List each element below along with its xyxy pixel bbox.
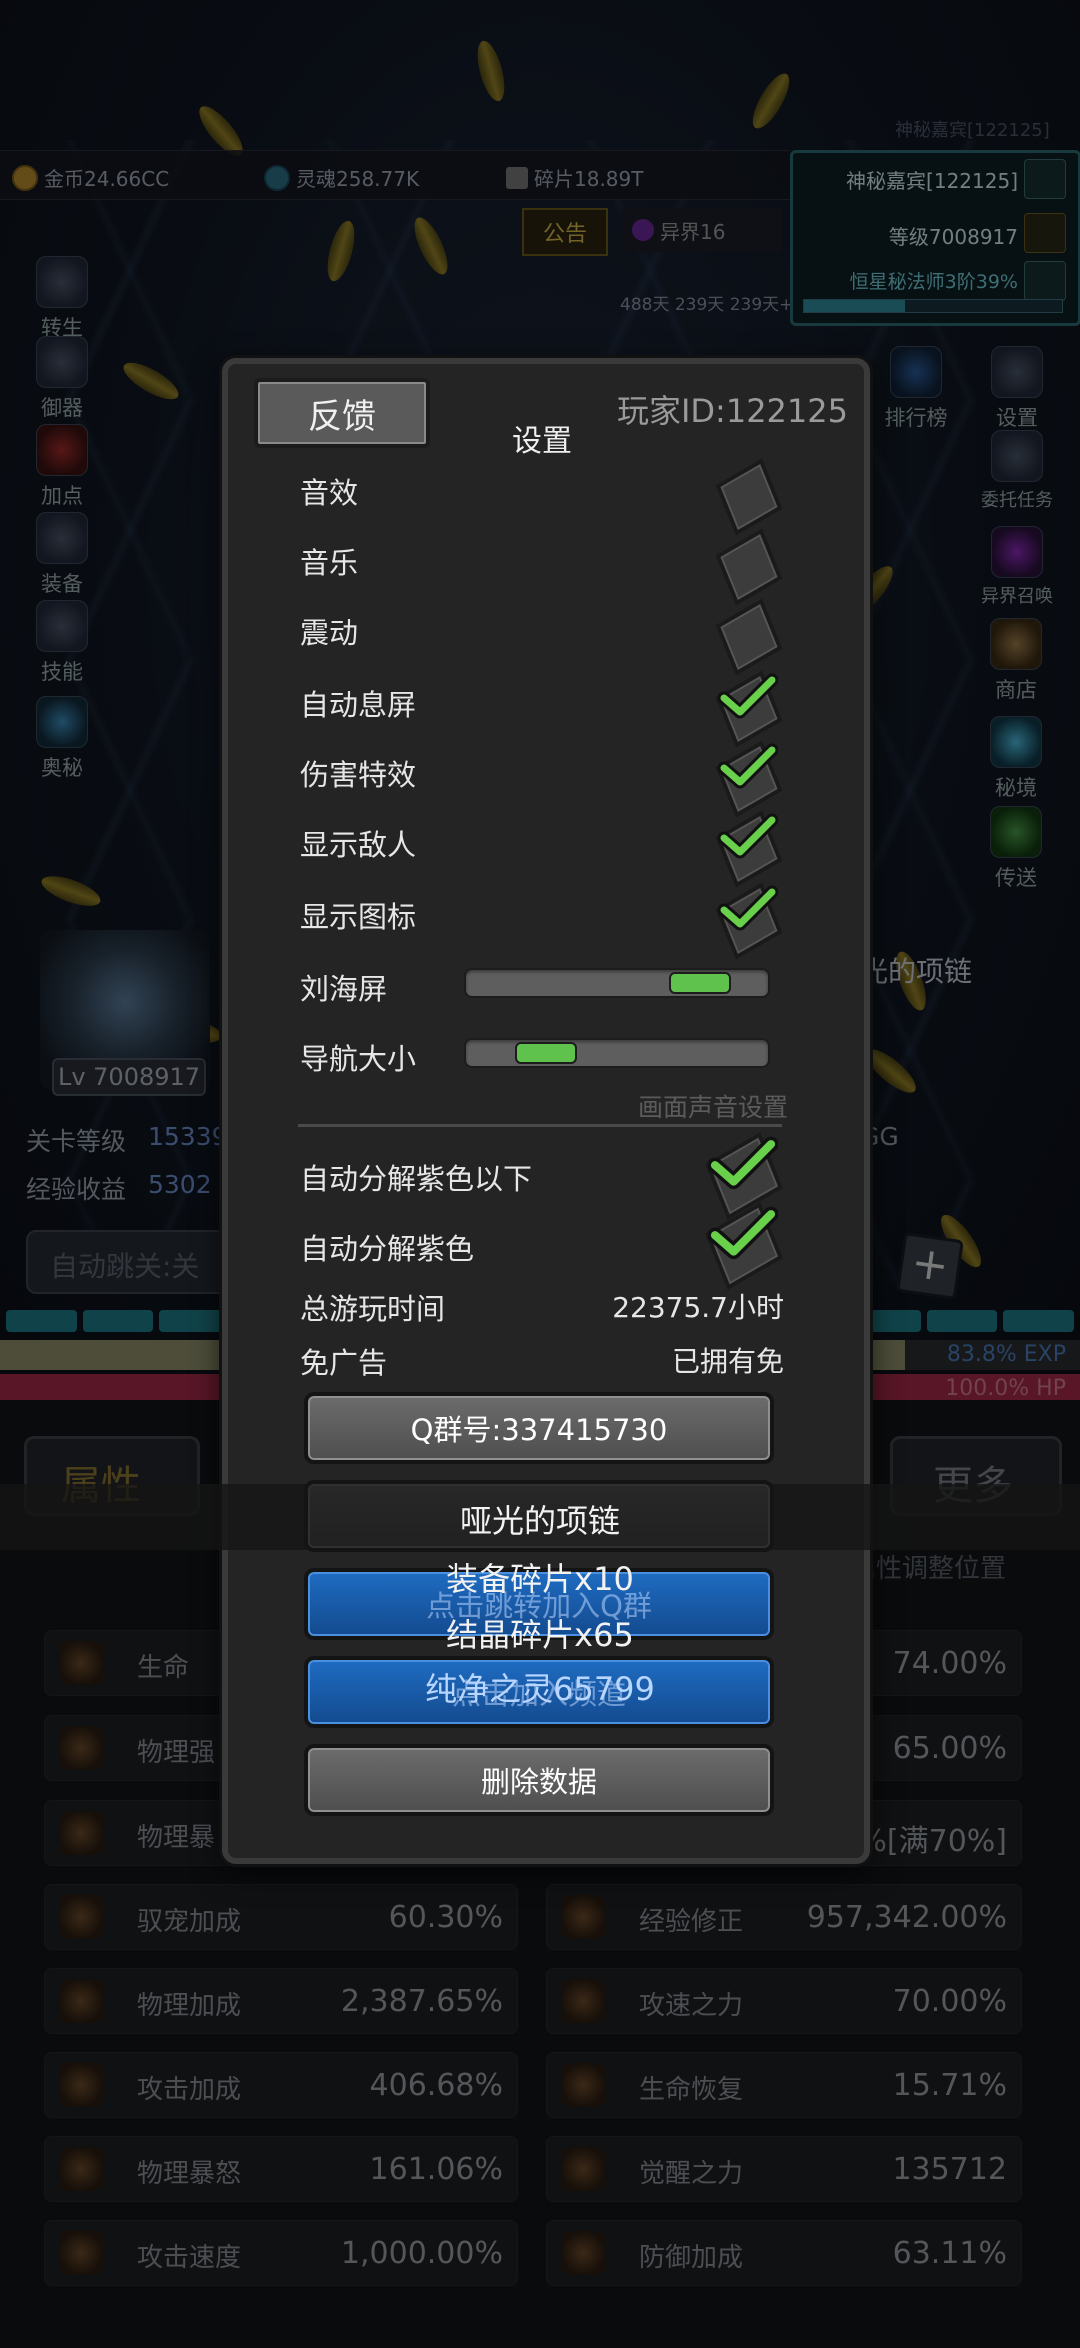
divider <box>298 1124 782 1127</box>
settings-title: 设置 <box>512 424 572 459</box>
toggle-sound-checkbox[interactable] <box>715 458 783 536</box>
player-id: 玩家ID:122125 <box>616 392 848 430</box>
toggle-auto-sleep-label: 自动息屏 <box>300 688 417 722</box>
notch-slider[interactable] <box>464 968 770 998</box>
decompose-purple-label: 自动分解紫色 <box>300 1232 475 1266</box>
toggle-music-label: 音乐 <box>300 546 359 580</box>
playtime-value: 22375.7小时 <box>612 1291 784 1324</box>
nav-size-slider[interactable] <box>464 1038 770 1068</box>
checkmark-icon <box>718 813 778 859</box>
reward-line-crystal-shard: 结晶碎片x65 <box>446 1616 634 1654</box>
reward-line-equip-shard: 装备碎片x10 <box>446 1560 634 1598</box>
checkmark-icon <box>718 885 778 931</box>
toggle-sound-label: 音效 <box>300 476 359 510</box>
section-hint: 画面声音设置 <box>637 1093 788 1122</box>
checkmark-icon <box>708 1136 778 1190</box>
qq-group-button[interactable]: Q群号:337415730 <box>304 1392 774 1464</box>
toggle-vibration-checkbox[interactable] <box>715 598 783 676</box>
checkmark-icon <box>718 743 778 789</box>
feedback-button[interactable]: 反馈 <box>254 378 430 448</box>
toggle-damage-fx-label: 伤害特效 <box>300 758 417 792</box>
checkmark-icon <box>718 673 778 719</box>
adfree-label: 免广告 <box>300 1346 388 1380</box>
toggle-show-icons-label: 显示图标 <box>300 900 417 934</box>
adfree-value: 已拥有免 <box>671 1345 784 1378</box>
notch-slider-label: 刘海屏 <box>300 972 388 1006</box>
delete-data-button[interactable]: 删除数据 <box>304 1744 774 1816</box>
reward-toast-title: 哑光的项链 <box>459 1502 620 1540</box>
nav-size-slider-knob[interactable] <box>515 1042 578 1064</box>
toggle-show-enemies-label: 显示敌人 <box>300 828 417 862</box>
decompose-below-purple-label: 自动分解紫色以下 <box>300 1162 533 1196</box>
reward-line-pure-spirit: 纯净之灵65799 <box>425 1670 655 1708</box>
playtime-label: 总游玩时间 <box>300 1292 446 1326</box>
checkmark-icon <box>708 1206 778 1260</box>
notch-slider-knob[interactable] <box>668 972 731 994</box>
toggle-music-checkbox[interactable] <box>715 528 783 606</box>
nav-size-slider-label: 导航大小 <box>300 1042 417 1076</box>
toggle-vibration-label: 震动 <box>300 616 359 650</box>
